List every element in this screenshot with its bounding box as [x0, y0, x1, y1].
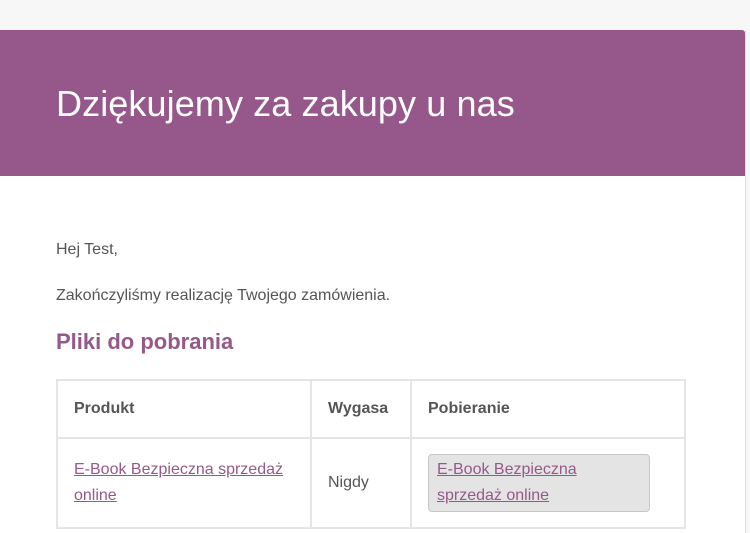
downloads-table: Produkt Wygasa Pobieranie E-Book Bezpiec… [56, 379, 686, 529]
column-header-expires: Wygasa [310, 379, 412, 439]
download-cell: E-Book Bezpieczna sprzedaż online [410, 437, 686, 529]
column-header-download: Pobieranie [410, 379, 686, 439]
order-complete-message: Zakończyliśmy realizację Twojego zamówie… [56, 287, 391, 304]
email-container: Dziękujemy za zakupy u nas Hej Test, Zak… [0, 30, 746, 533]
product-link[interactable]: E-Book Bezpieczna sprzedaż online [74, 461, 283, 504]
email-title: Dziękujemy za zakupy u nas [56, 83, 515, 124]
product-cell: E-Book Bezpieczna sprzedaż online [56, 437, 312, 529]
table-row: E-Book Bezpieczna sprzedaż online Nigdy … [56, 437, 686, 529]
download-button[interactable]: E-Book Bezpieczna sprzedaż online [428, 454, 650, 512]
email-header: Dziękujemy za zakupy u nas [0, 30, 745, 176]
table-header-row: Produkt Wygasa Pobieranie [56, 379, 686, 439]
greeting-text: Hej Test, [56, 241, 118, 258]
expires-cell: Nigdy [310, 437, 412, 529]
downloads-heading: Pliki do pobrania [56, 329, 234, 354]
column-header-product: Produkt [56, 379, 312, 439]
